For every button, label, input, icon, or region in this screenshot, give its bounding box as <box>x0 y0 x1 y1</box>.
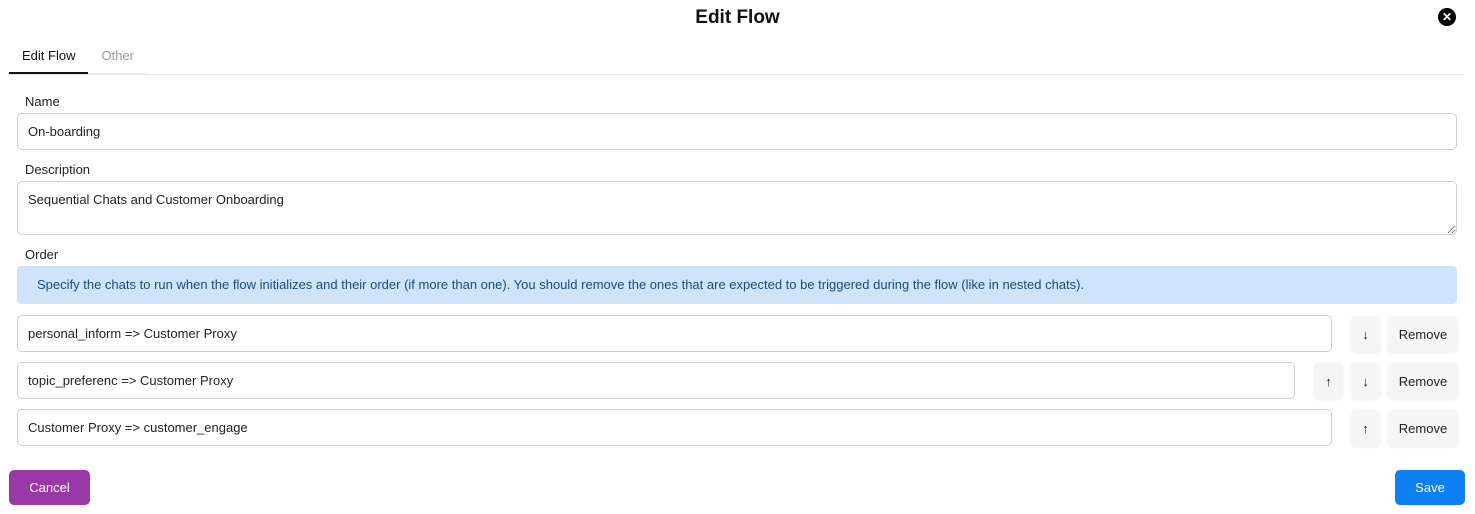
order-item-input[interactable] <box>17 362 1295 399</box>
cancel-button[interactable]: Cancel <box>9 470 90 505</box>
close-icon[interactable]: ✕ <box>1438 8 1456 26</box>
name-input[interactable] <box>17 113 1457 150</box>
name-label: Name <box>25 94 60 109</box>
tab-bar: Edit Flow Other <box>9 40 1464 75</box>
order-info-alert: Specify the chats to run when the flow i… <box>17 266 1457 304</box>
order-item-input[interactable] <box>17 409 1332 446</box>
remove-button[interactable]: Remove <box>1388 410 1458 446</box>
remove-button[interactable]: Remove <box>1388 316 1458 352</box>
move-down-button[interactable]: ↓ <box>1351 316 1380 352</box>
order-row: ↑ ↓ Remove <box>0 362 1475 399</box>
save-button[interactable]: Save <box>1395 470 1465 505</box>
tab-edit-flow[interactable]: Edit Flow <box>9 40 89 74</box>
tab-other[interactable]: Other <box>88 40 147 74</box>
description-textarea[interactable]: Sequential Chats and Customer Onboarding <box>17 181 1457 235</box>
move-down-button[interactable]: ↓ <box>1351 363 1380 399</box>
order-label: Order <box>25 247 59 262</box>
dialog-title: Edit Flow <box>695 7 780 28</box>
move-up-button[interactable]: ↑ <box>1351 410 1380 446</box>
edit-flow-dialog: Edit Flow ✕ Edit Flow Other Name Descrip… <box>0 0 1475 514</box>
move-up-button[interactable]: ↑ <box>1314 363 1343 399</box>
order-item-input[interactable] <box>17 315 1332 352</box>
remove-button[interactable]: Remove <box>1388 363 1458 399</box>
order-row: ↓ Remove <box>0 315 1475 352</box>
description-label: Description <box>25 162 91 177</box>
order-row: ↑ Remove <box>0 409 1475 446</box>
